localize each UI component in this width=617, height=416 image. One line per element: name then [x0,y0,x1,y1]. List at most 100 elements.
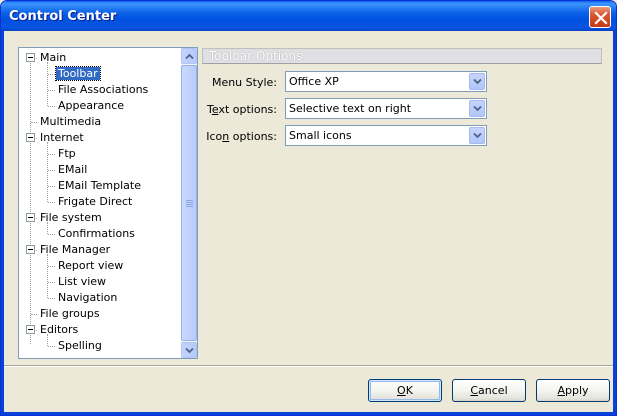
apply-accel: A [557,384,565,397]
chevron-down-icon [473,132,482,139]
tree-line [48,106,55,107]
tree-item[interactable]: Editors [38,322,80,338]
tree-item[interactable]: List view [56,274,108,290]
collapse-toggle-icon[interactable] [26,133,35,142]
tree-item[interactable]: Multimedia [38,114,103,130]
scroll-up-button[interactable] [181,48,197,64]
footer-separator [4,365,613,367]
tree-item-label: Ftp [58,147,76,160]
tree-item[interactable]: File system [38,210,104,226]
text-options-value: Selective text on right [289,102,412,115]
collapse-toggle-icon[interactable] [26,325,35,334]
chevron-down-icon [185,347,194,354]
tree-item[interactable]: File groups [38,306,102,322]
cancel-rest: ancel [478,384,508,397]
tree-item[interactable]: Toolbar [55,66,101,82]
close-icon [594,11,608,25]
chevron-down-icon [473,78,482,85]
icon-options-value: Small icons [289,129,352,142]
tree-line [47,62,48,106]
text-options-dropdown-button[interactable] [469,100,485,117]
tree-item[interactable]: Main [38,50,68,66]
tree-item-label: List view [58,275,107,288]
icon-options-select[interactable]: Small icons [285,125,487,146]
menu-style-dropdown-button[interactable] [469,73,485,90]
tree-item[interactable]: Ftp [56,146,78,162]
tree-item[interactable]: Confirmations [56,226,137,242]
menu-style-value: Office XP [289,75,339,88]
tree-item[interactable]: Report view [56,258,125,274]
ok-rest: K [405,384,413,397]
tree-item-label: Frigate Direct [58,195,133,208]
cancel-button-label: Cancel [470,380,507,401]
tree-item-label: EMail Template [58,179,141,192]
title-bar[interactable]: Control Center [1,1,616,31]
tree-item-label: Navigation [58,291,118,304]
tree-line [48,298,55,299]
tree-content: Main Toolbar File Associations Appearance Mu… [19,48,181,358]
toolbar-options-header: Toolbar Options [202,48,602,64]
text-options-select[interactable]: Selective text on right [285,98,487,119]
tree-line [48,266,55,267]
icon-options-label: Icon options: [187,130,277,143]
scroll-down-button[interactable] [181,342,197,358]
tree-scrollbar[interactable] [181,48,197,358]
menu-style-label: Menu Style: [211,76,277,89]
icon-options-dropdown-button[interactable] [469,127,485,144]
tree-item-label: File Manager [40,243,111,256]
collapse-toggle-icon[interactable] [26,213,35,222]
frame-left [1,31,4,415]
grip-line [186,202,193,203]
apply-button[interactable]: Apply [536,379,610,402]
tree-item[interactable]: Internet [38,130,86,146]
tree-item[interactable]: File Associations [56,82,150,98]
tree-line [30,61,31,344]
tree-item-label: Main [40,51,67,64]
tree-item[interactable]: Frigate Direct [56,194,134,210]
tree-line [48,282,55,283]
tree-item-label: Multimedia [40,115,102,128]
tree-item[interactable]: Navigation [56,290,119,306]
tree-item-label: Appearance [58,99,125,112]
tree-item-label: File system [40,211,102,224]
control-center-window: Control Center Main Toolbar File Associati… [0,0,617,416]
tree-line [31,314,37,315]
apply-rest: pply [565,384,589,397]
tree-item[interactable]: Appearance [56,98,126,114]
close-button[interactable] [589,6,611,28]
ok-accel: O [397,384,406,397]
tree-item-label: EMail [58,163,88,176]
collapse-toggle-icon[interactable] [26,245,35,254]
tree-line [47,142,48,202]
collapse-toggle-icon[interactable] [26,53,35,62]
tree-item-label: Confirmations [58,227,135,240]
tree-item[interactable]: EMail Template [56,178,143,194]
tree-item[interactable]: File Manager [38,242,112,258]
tree-line [48,346,55,347]
tree-item-label: Toolbar [55,66,101,81]
window-title: Control Center [9,9,117,24]
tree-line [31,122,37,123]
cancel-button[interactable]: Cancel [452,379,526,402]
menu-style-select[interactable]: Office XP [285,71,487,92]
tree-item[interactable]: EMail [56,162,89,178]
text-options-label-post: xt options: [218,103,277,116]
tree-item-label: Report view [58,259,124,272]
icon-options-label-post: options: [229,130,277,143]
chevron-up-icon [185,53,194,60]
text-options-label: Text options: [187,103,277,116]
tree-line [48,170,55,171]
settings-tree[interactable]: Main Toolbar File Associations Appearance Mu… [18,47,198,359]
tree-item[interactable]: Spelling [56,338,104,354]
tree-line [47,254,48,298]
icon-options-label-pre: Ico [206,130,223,143]
chevron-down-icon [473,105,482,112]
ok-button[interactable]: OK [368,379,442,402]
grip-line [186,206,193,207]
tree-line [48,234,55,235]
ok-button-label: OK [397,380,413,401]
grip-line [186,204,193,205]
tree-line [48,74,55,75]
tree-line [48,90,55,91]
grip-line [186,200,193,201]
